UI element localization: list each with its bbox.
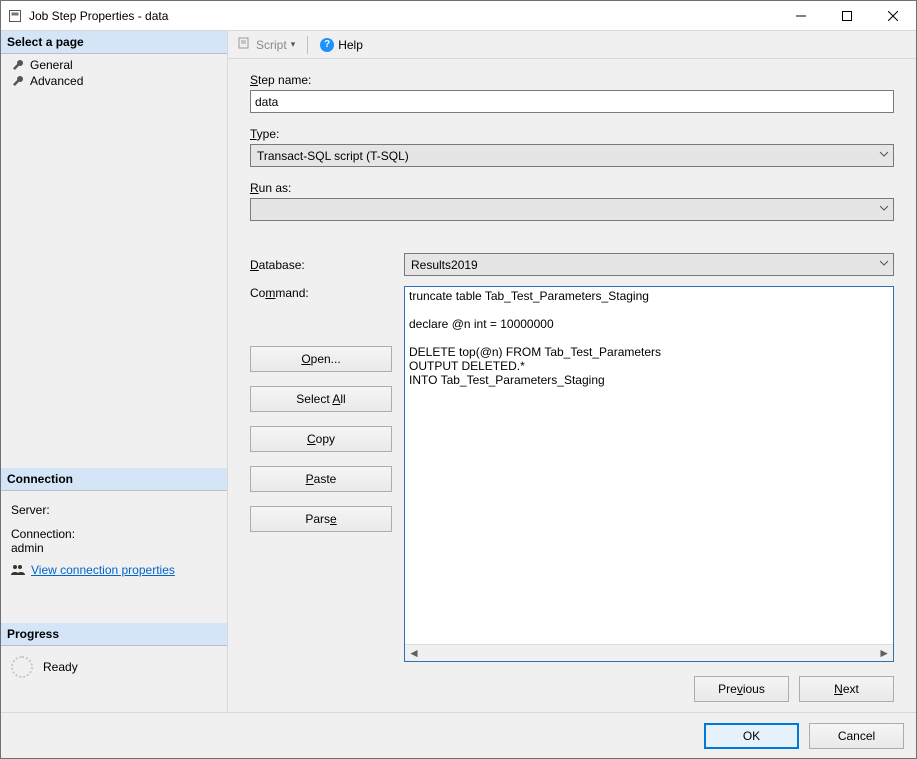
wrench-icon [11, 58, 25, 72]
step-name-label: Step name: [250, 73, 894, 87]
spinner-icon [11, 656, 33, 678]
minimize-button[interactable] [778, 1, 824, 31]
ok-button[interactable]: OK [704, 723, 799, 749]
sidebar: Select a page General Advanced [1, 31, 228, 712]
page-label: General [30, 58, 73, 72]
database-label: Database: [250, 258, 392, 272]
progress-header: Progress [1, 623, 227, 646]
paste-button[interactable]: Paste [250, 466, 392, 492]
page-label: Advanced [30, 74, 83, 88]
dialog-window: Job Step Properties - data Select a page [0, 0, 917, 759]
server-label: Server: [11, 503, 217, 517]
type-label: Type: [250, 127, 894, 141]
page-advanced[interactable]: Advanced [1, 73, 227, 89]
help-icon: ? [320, 38, 334, 52]
main-panel: Script ▾ ? Help Step name: Type: Tra [228, 31, 916, 712]
titlebar: Job Step Properties - data [1, 1, 916, 31]
script-button[interactable]: Script ▾ [234, 35, 299, 54]
people-icon [11, 563, 25, 577]
app-icon [7, 8, 23, 24]
dialog-footer: OK Cancel [1, 712, 916, 758]
command-editor: ◄ ► [404, 286, 894, 662]
script-icon [238, 37, 252, 52]
toolbar: Script ▾ ? Help [228, 31, 916, 59]
select-page-header: Select a page [1, 31, 227, 54]
page-list: General Advanced [1, 54, 227, 92]
scroll-left-icon: ◄ [408, 646, 420, 660]
open-button[interactable]: Open... [250, 346, 392, 372]
toolbar-separator [307, 36, 308, 54]
maximize-icon [842, 11, 852, 21]
database-value: Results2019 [411, 258, 478, 272]
maximize-button[interactable] [824, 1, 870, 31]
help-label: Help [338, 38, 363, 52]
view-connection-link[interactable]: View connection properties [31, 563, 175, 577]
type-value: Transact-SQL script (T-SQL) [257, 149, 409, 163]
type-select[interactable]: Transact-SQL script (T-SQL) [250, 144, 894, 167]
select-all-button[interactable]: Select All [250, 386, 392, 412]
previous-button[interactable]: Previous [694, 676, 789, 702]
page-general[interactable]: General [1, 57, 227, 73]
command-label: Command: [250, 286, 392, 300]
close-icon [888, 11, 898, 21]
connection-header: Connection [1, 468, 227, 491]
wrench-icon [11, 74, 25, 88]
run-as-select[interactable] [250, 198, 894, 221]
database-select[interactable]: Results2019 [404, 253, 894, 276]
connection-label: Connection: [11, 527, 217, 541]
copy-button[interactable]: Copy [250, 426, 392, 452]
horizontal-scrollbar[interactable]: ◄ ► [405, 644, 893, 661]
step-name-input[interactable] [250, 90, 894, 113]
command-textarea[interactable] [405, 287, 893, 644]
script-label: Script [256, 38, 287, 52]
cancel-button[interactable]: Cancel [809, 723, 904, 749]
minimize-icon [796, 11, 806, 21]
window-title: Job Step Properties - data [29, 9, 168, 23]
close-button[interactable] [870, 1, 916, 31]
next-button[interactable]: Next [799, 676, 894, 702]
run-as-label: Run as: [250, 181, 894, 195]
chevron-down-icon: ▾ [291, 39, 296, 50]
parse-button[interactable]: Parse [250, 506, 392, 532]
progress-status: Ready [43, 660, 78, 674]
help-button[interactable]: ? Help [316, 36, 367, 54]
connection-value: admin [11, 541, 217, 555]
scroll-right-icon: ► [878, 646, 890, 660]
